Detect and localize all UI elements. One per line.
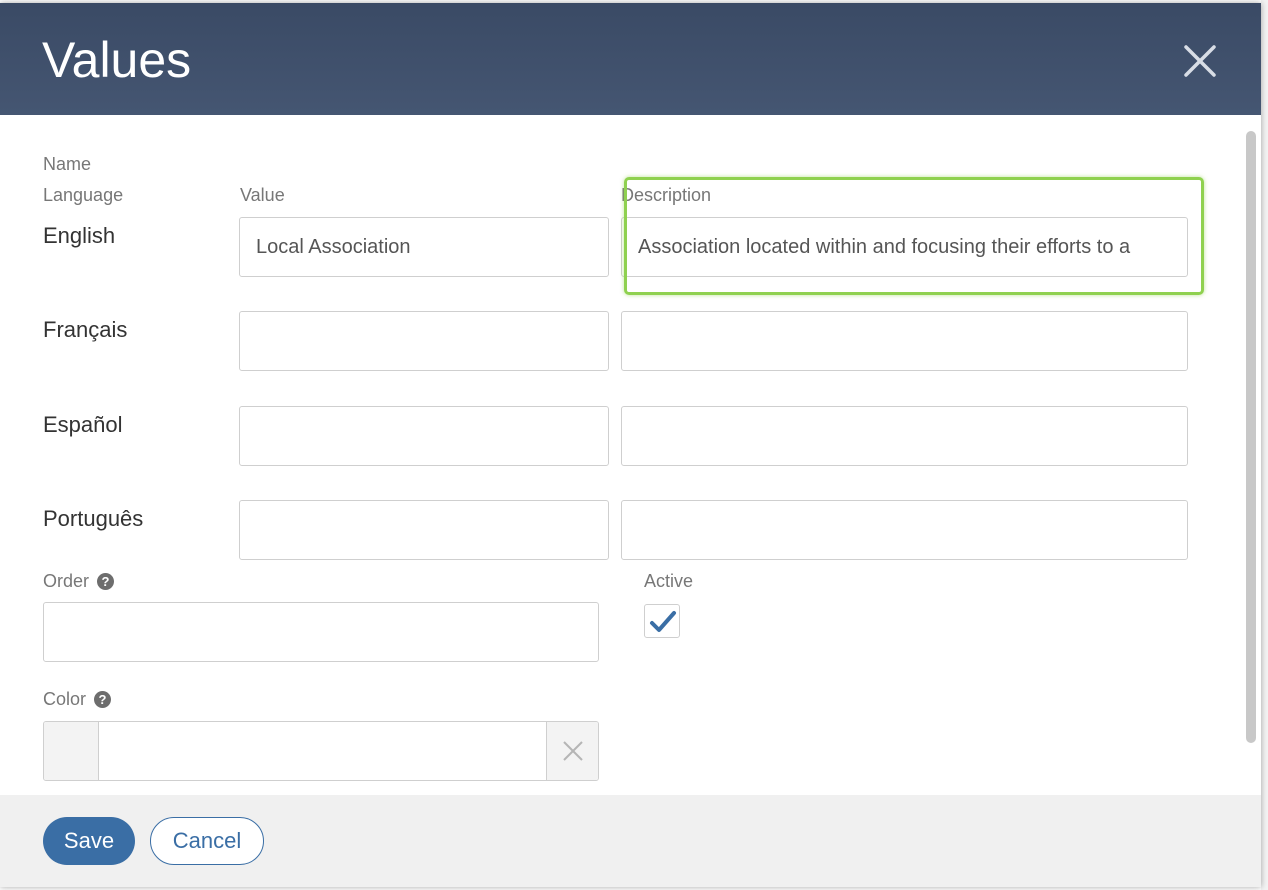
name-label: Name [43, 154, 92, 174]
checkmark-icon [650, 611, 676, 632]
value-column-header: Value [240, 185, 285, 205]
description-input-portuguese[interactable] [621, 500, 1188, 560]
values-modal: Values Name Language Value Description E… [0, 3, 1261, 887]
color-field [43, 721, 599, 781]
language-label-french: Français [43, 317, 128, 342]
close-icon [1184, 45, 1216, 77]
language-label-spanish: Español [43, 412, 123, 437]
value-input-spanish[interactable] [239, 406, 609, 466]
order-input[interactable] [43, 602, 599, 662]
color-input[interactable] [100, 722, 546, 780]
color-clear-button[interactable] [546, 722, 598, 780]
value-input-english[interactable]: Local Association [239, 217, 609, 277]
background-page-strip [1261, 0, 1268, 890]
save-button[interactable]: Save [43, 817, 135, 865]
description-input-spanish[interactable] [621, 406, 1188, 466]
cancel-button[interactable]: Cancel [150, 817, 264, 865]
description-input-english[interactable]: Association located within and focusing … [621, 217, 1188, 277]
modal-scrollbar[interactable] [1246, 131, 1256, 743]
order-label: Order [43, 571, 90, 591]
question-circle-icon[interactable]: ? [94, 691, 112, 708]
value-input-portuguese[interactable] [239, 500, 609, 560]
language-column-header: Language [43, 185, 124, 205]
active-checkbox[interactable] [644, 604, 680, 638]
description-input-french[interactable] [621, 311, 1188, 371]
color-label-group: Color? [43, 689, 112, 710]
clear-icon [563, 741, 583, 761]
language-label-english: English [43, 223, 116, 248]
language-label-portuguese: Português [43, 506, 144, 531]
value-input-french[interactable] [239, 311, 609, 371]
order-label-group: Order? [43, 571, 115, 592]
color-swatch[interactable] [44, 722, 99, 780]
color-label: Color [43, 689, 87, 709]
active-label: Active [644, 571, 694, 591]
description-column-header: Description [621, 185, 712, 205]
modal-title: Values [42, 32, 192, 88]
close-button[interactable] [1178, 39, 1222, 83]
question-circle-icon[interactable]: ? [97, 573, 115, 590]
modal-header: Values [0, 3, 1261, 115]
